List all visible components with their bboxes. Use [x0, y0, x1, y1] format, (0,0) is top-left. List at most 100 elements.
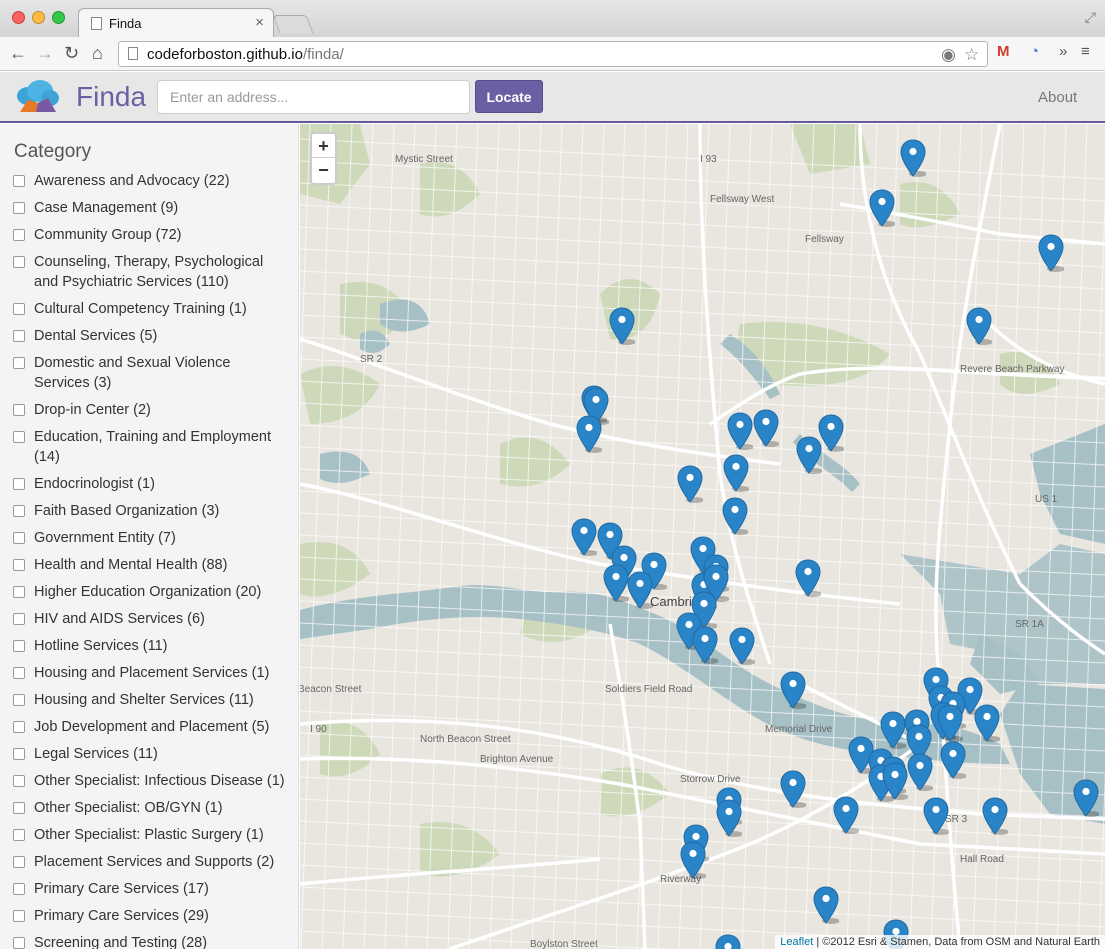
category-item[interactable]: Drop-in Center (2): [0, 397, 298, 424]
category-item[interactable]: Job Development and Placement (5): [0, 714, 298, 741]
category-item[interactable]: Primary Care Services (17): [0, 876, 298, 903]
map-marker-pin[interactable]: [603, 564, 630, 602]
category-checkbox[interactable]: [13, 303, 25, 315]
category-item[interactable]: Cultural Competency Training (1): [0, 296, 298, 323]
browser-tab[interactable]: Finda ×: [78, 8, 274, 38]
bookmark-star-icon[interactable]: ☆: [964, 45, 979, 65]
map-marker-pin[interactable]: [795, 559, 822, 597]
fullscreen-icon[interactable]: ⤢: [1085, 9, 1096, 26]
home-icon[interactable]: ⌂: [92, 43, 103, 63]
category-item[interactable]: Higher Education Organization (20): [0, 579, 298, 606]
category-checkbox[interactable]: [13, 478, 25, 490]
map-marker-pin[interactable]: [680, 841, 707, 879]
category-item[interactable]: Counseling, Therapy, Psychological and P…: [0, 249, 298, 296]
map-marker-pin[interactable]: [716, 799, 743, 837]
category-checkbox[interactable]: [13, 856, 25, 868]
category-checkbox[interactable]: [13, 667, 25, 679]
category-item[interactable]: Domestic and Sexual Violence Services (3…: [0, 350, 298, 397]
map-marker-pin[interactable]: [869, 189, 896, 227]
map-marker-pin[interactable]: [937, 704, 964, 742]
category-item[interactable]: Education, Training and Employment (14): [0, 424, 298, 471]
close-tab-icon[interactable]: ×: [255, 14, 264, 31]
category-checkbox[interactable]: [13, 640, 25, 652]
category-item[interactable]: Other Specialist: Infectious Disease (1): [0, 768, 298, 795]
category-checkbox[interactable]: [13, 404, 25, 416]
forward-icon[interactable]: →: [36, 43, 54, 63]
map-marker-pin[interactable]: [627, 571, 654, 609]
category-item[interactable]: Legal Services (11): [0, 741, 298, 768]
map-marker-pin[interactable]: [753, 409, 780, 447]
map-marker-pin[interactable]: [1038, 234, 1065, 272]
map-marker-pin[interactable]: [780, 770, 807, 808]
category-checkbox[interactable]: [13, 559, 25, 571]
map-view[interactable]: Cambridge Mystic Street Fellsway West Fells…: [300, 124, 1105, 949]
back-icon[interactable]: ←: [9, 43, 27, 63]
category-item[interactable]: Endocrinologist (1): [0, 471, 298, 498]
maximize-window-button[interactable]: [52, 11, 65, 24]
locate-button[interactable]: Locate: [475, 80, 543, 113]
category-checkbox[interactable]: [13, 694, 25, 706]
map-marker-pin[interactable]: [880, 711, 907, 749]
category-checkbox[interactable]: [13, 357, 25, 369]
map-marker-pin[interactable]: [966, 307, 993, 345]
extension-icon[interactable]: ◔: [1030, 43, 1039, 60]
category-checkbox[interactable]: [13, 775, 25, 787]
zoom-in-button[interactable]: +: [312, 134, 335, 158]
category-item[interactable]: Faith Based Organization (3): [0, 498, 298, 525]
close-window-button[interactable]: [12, 11, 25, 24]
category-item[interactable]: Other Specialist: OB/GYN (1): [0, 795, 298, 822]
category-checkbox[interactable]: [13, 829, 25, 841]
about-link[interactable]: About: [1038, 89, 1077, 106]
map-marker-pin[interactable]: [900, 139, 927, 177]
map-marker-pin[interactable]: [982, 797, 1009, 835]
category-checkbox[interactable]: [13, 748, 25, 760]
map-marker-pin[interactable]: [813, 886, 840, 924]
category-item[interactable]: Awareness and Advocacy (22): [0, 168, 298, 195]
map-marker-pin[interactable]: [780, 671, 807, 709]
category-checkbox[interactable]: [13, 613, 25, 625]
map-marker-pin[interactable]: [677, 465, 704, 503]
location-icon[interactable]: ◉: [941, 45, 956, 65]
map-marker-pin[interactable]: [576, 415, 603, 453]
category-item[interactable]: Government Entity (7): [0, 525, 298, 552]
category-checkbox[interactable]: [13, 256, 25, 268]
category-checkbox[interactable]: [13, 937, 25, 949]
category-item[interactable]: HIV and AIDS Services (6): [0, 606, 298, 633]
category-checkbox[interactable]: [13, 721, 25, 733]
map-marker-pin[interactable]: [1073, 779, 1100, 817]
category-item[interactable]: Case Management (9): [0, 195, 298, 222]
map-marker-pin[interactable]: [923, 797, 950, 835]
map-marker-pin[interactable]: [727, 412, 754, 450]
map-marker-pin[interactable]: [940, 741, 967, 779]
category-checkbox[interactable]: [13, 883, 25, 895]
category-item[interactable]: Other Specialist: Plastic Surgery (1): [0, 822, 298, 849]
map-marker-pin[interactable]: [722, 497, 749, 535]
category-item[interactable]: Placement Services and Supports (2): [0, 849, 298, 876]
leaflet-link[interactable]: Leaflet: [780, 936, 813, 948]
map-marker-pin[interactable]: [571, 518, 598, 556]
minimize-window-button[interactable]: [32, 11, 45, 24]
category-checkbox[interactable]: [13, 586, 25, 598]
category-item[interactable]: Dental Services (5): [0, 323, 298, 350]
category-checkbox[interactable]: [13, 910, 25, 922]
new-tab-button[interactable]: [272, 15, 314, 33]
map-marker-pin[interactable]: [818, 414, 845, 452]
map-marker-pin[interactable]: [723, 454, 750, 492]
zoom-out-button[interactable]: −: [312, 158, 335, 182]
category-checkbox[interactable]: [13, 532, 25, 544]
gmail-icon[interactable]: M: [997, 43, 1010, 60]
map-marker-pin[interactable]: [715, 934, 741, 949]
address-search-input[interactable]: [157, 80, 470, 114]
category-checkbox[interactable]: [13, 802, 25, 814]
reload-icon[interactable]: ↻: [64, 43, 79, 63]
map-marker-pin[interactable]: [882, 762, 909, 800]
category-item[interactable]: Hotline Services (11): [0, 633, 298, 660]
category-item[interactable]: Primary Care Services (29): [0, 903, 298, 930]
map-marker-pin[interactable]: [729, 627, 756, 665]
map-marker-pin[interactable]: [974, 704, 1001, 742]
brand-title[interactable]: Finda: [76, 81, 146, 113]
category-item[interactable]: Community Group (72): [0, 222, 298, 249]
category-checkbox[interactable]: [13, 431, 25, 443]
menu-icon[interactable]: ≡: [1081, 43, 1090, 60]
category-checkbox[interactable]: [13, 330, 25, 342]
